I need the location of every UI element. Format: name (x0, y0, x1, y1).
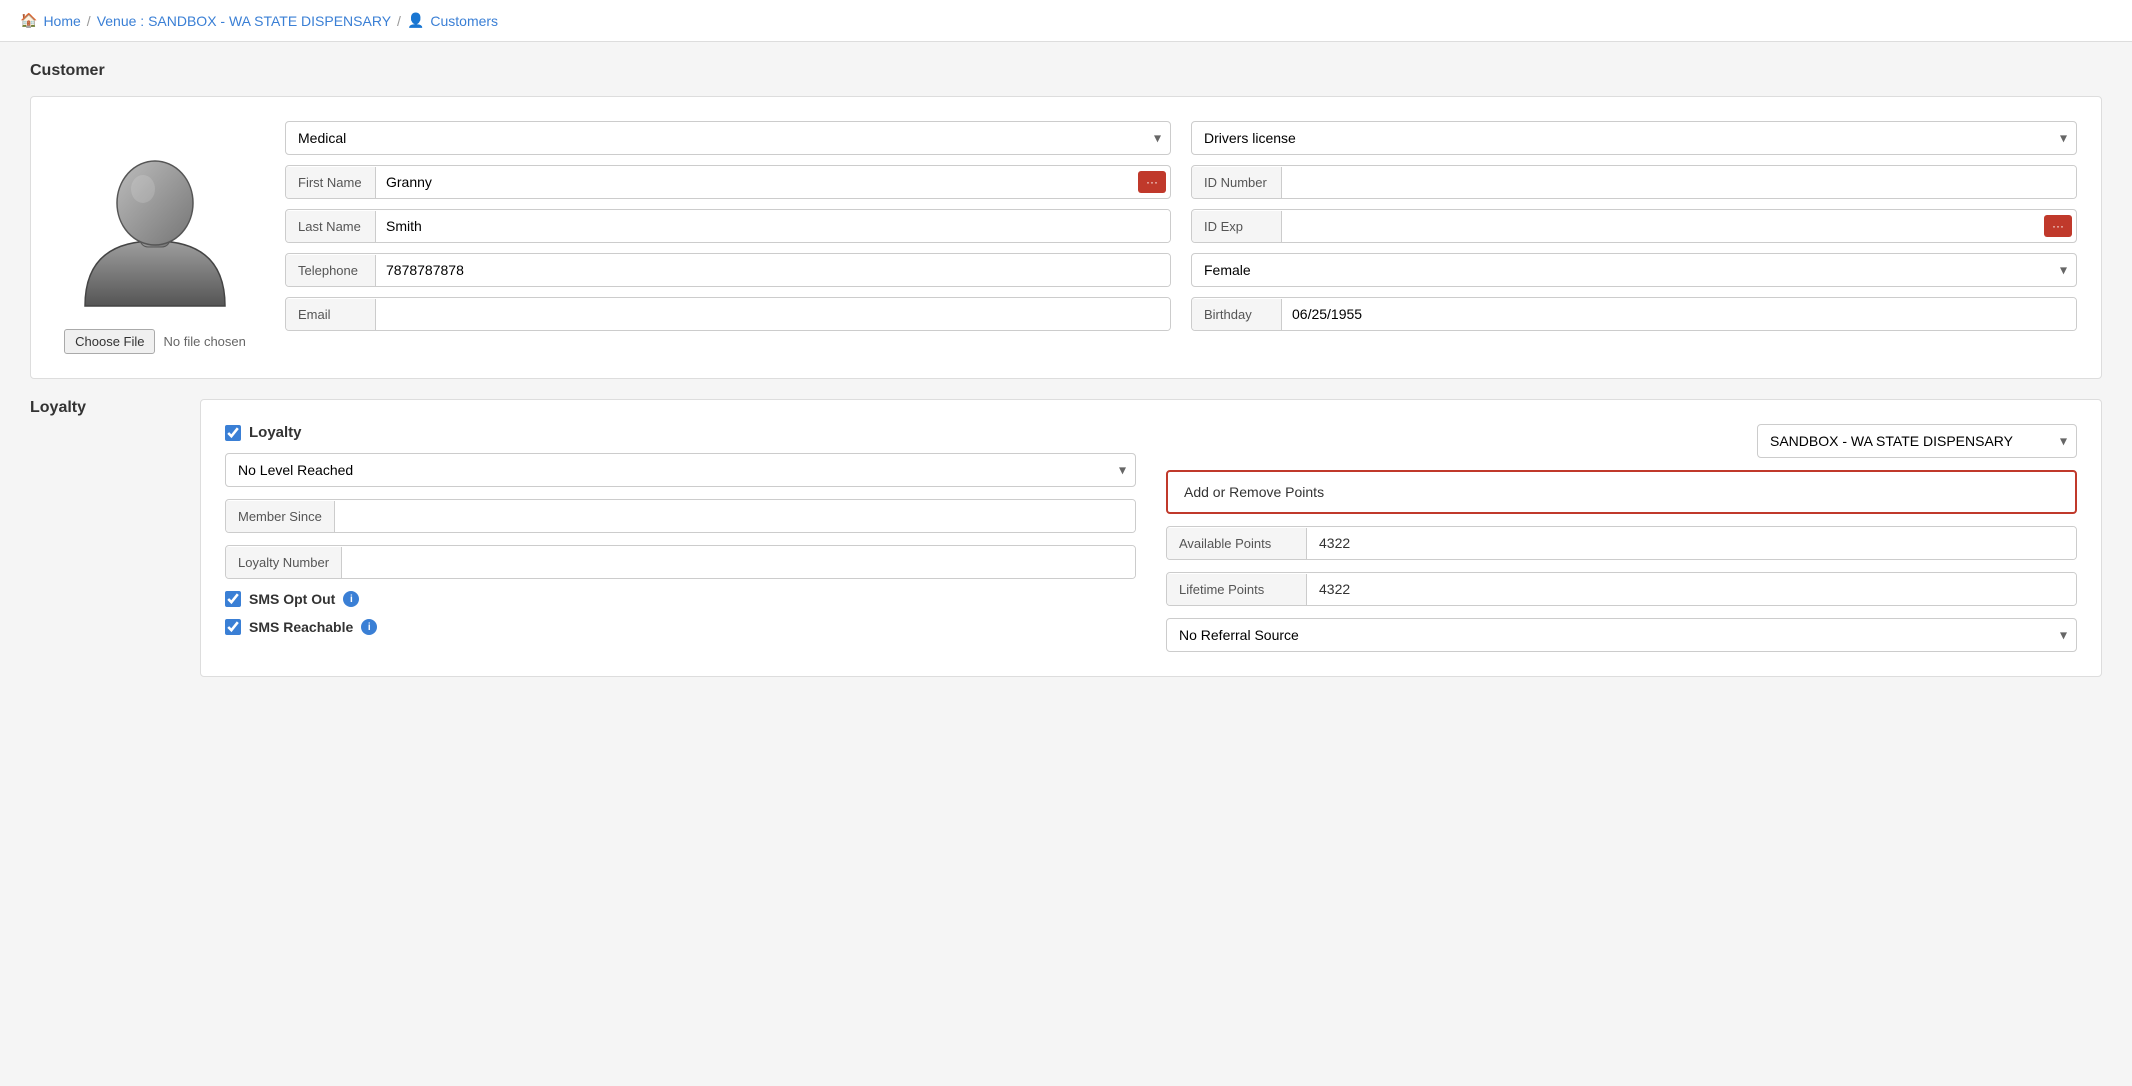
telephone-label: Telephone (286, 255, 376, 286)
sms-opt-out-label: SMS Opt Out (249, 591, 335, 607)
main-content: Customer (0, 42, 2132, 717)
breadcrumb-sep1: / (87, 13, 91, 29)
telephone-field: Telephone (285, 253, 1171, 287)
id-type-dropdown-wrapper: Drivers license State ID Passport ▾ (1191, 121, 2077, 155)
email-label: Email (286, 299, 376, 330)
referral-dropdown-wrapper: No Referral Source ▾ (1166, 618, 2077, 652)
telephone-input[interactable] (376, 254, 1170, 286)
id-type-dropdown[interactable]: Drivers license State ID Passport (1191, 121, 2077, 155)
loyalty-checkbox[interactable] (225, 425, 241, 441)
venue-select-wrapper: SANDBOX - WA STATE DISPENSARY ▾ (1757, 424, 2077, 458)
sms-reachable-checkbox[interactable] (225, 619, 241, 635)
id-exp-field: ID Exp ··· (1191, 209, 2077, 243)
type-dropdown-wrapper: Medical Recreational ▾ (285, 121, 1171, 155)
loyalty-right: SANDBOX - WA STATE DISPENSARY ▾ Add or R… (1166, 424, 2077, 652)
id-number-input[interactable] (1282, 166, 2076, 198)
add-remove-points-button[interactable]: Add or Remove Points (1166, 470, 2077, 514)
no-file-text: No file chosen (163, 334, 245, 349)
venue-select-area: SANDBOX - WA STATE DISPENSARY ▾ (1166, 424, 2077, 458)
available-points-label: Available Points (1167, 528, 1307, 559)
customer-card: Choose File No file chosen Medical Recre… (30, 96, 2102, 379)
customer-form-columns: Medical Recreational ▾ First Name ··· La… (285, 121, 2077, 331)
sms-reachable-label: SMS Reachable (249, 619, 353, 635)
home-icon: 🏠 (20, 12, 37, 29)
available-points-value: 4322 (1307, 527, 2076, 559)
birthday-input[interactable] (1282, 298, 2076, 330)
first-name-field: First Name ··· (285, 165, 1171, 199)
sms-opt-out-checkbox[interactable] (225, 591, 241, 607)
choose-file-button[interactable]: Choose File (64, 329, 155, 354)
sms-opt-out-row: SMS Opt Out i (225, 591, 1136, 607)
avatar (65, 121, 245, 321)
loyalty-checkbox-label: Loyalty (249, 424, 302, 441)
breadcrumb-sep2: / (397, 13, 401, 29)
loyalty-header: Loyalty (225, 424, 1136, 441)
breadcrumb: 🏠 Home / Venue : SANDBOX - WA STATE DISP… (0, 0, 2132, 42)
birthday-label: Birthday (1192, 299, 1282, 330)
loyalty-form-area: Loyalty No Level Reached Bronze Silver G… (225, 424, 2077, 652)
file-input-area: Choose File No file chosen (64, 329, 246, 354)
avatar-area: Choose File No file chosen (55, 121, 255, 354)
id-number-field: ID Number (1191, 165, 2077, 199)
first-name-badge[interactable]: ··· (1138, 171, 1166, 193)
member-since-input[interactable] (335, 500, 1135, 532)
sms-opt-out-info-icon[interactable]: i (343, 591, 359, 607)
type-dropdown[interactable]: Medical Recreational (285, 121, 1171, 155)
member-since-label: Member Since (226, 501, 335, 532)
breadcrumb-home[interactable]: Home (43, 13, 80, 29)
gender-dropdown[interactable]: Female Male Other (1191, 253, 2077, 287)
email-field: Email (285, 297, 1171, 331)
lifetime-points-field: Lifetime Points 4322 (1166, 572, 2077, 606)
last-name-field: Last Name (285, 209, 1171, 243)
loyalty-number-label: Loyalty Number (226, 547, 342, 578)
loyalty-section-title: Loyalty (30, 399, 170, 417)
customer-form-area: Choose File No file chosen Medical Recre… (55, 121, 2077, 354)
form-col-right: Drivers license State ID Passport ▾ ID N… (1191, 121, 2077, 331)
birthday-field: Birthday (1191, 297, 2077, 331)
level-dropdown[interactable]: No Level Reached Bronze Silver Gold (225, 453, 1136, 487)
sms-reachable-row: SMS Reachable i (225, 619, 1136, 635)
customers-icon: 👤 (407, 12, 424, 29)
email-input[interactable] (376, 298, 1170, 330)
last-name-label: Last Name (286, 211, 376, 242)
level-dropdown-wrapper: No Level Reached Bronze Silver Gold ▾ (225, 453, 1136, 487)
customer-section-title: Customer (30, 62, 2102, 80)
id-exp-label: ID Exp (1192, 211, 1282, 242)
breadcrumb-venue[interactable]: Venue : SANDBOX - WA STATE DISPENSARY (97, 13, 391, 29)
last-name-input[interactable] (376, 210, 1170, 242)
breadcrumb-customers[interactable]: Customers (430, 13, 498, 29)
available-points-field: Available Points 4322 (1166, 526, 2077, 560)
first-name-input[interactable] (376, 166, 1138, 198)
loyalty-number-field: Loyalty Number (225, 545, 1136, 579)
sms-reachable-info-icon[interactable]: i (361, 619, 377, 635)
referral-dropdown[interactable]: No Referral Source (1166, 618, 2077, 652)
loyalty-outer: Loyalty Loyalty No Level Reached Bronze (30, 399, 2102, 697)
first-name-label: First Name (286, 167, 376, 198)
venue-dropdown[interactable]: SANDBOX - WA STATE DISPENSARY (1757, 424, 2077, 458)
loyalty-left: Loyalty No Level Reached Bronze Silver G… (225, 424, 1136, 652)
id-exp-input[interactable] (1282, 210, 2044, 242)
id-exp-badge[interactable]: ··· (2044, 215, 2072, 237)
lifetime-points-label: Lifetime Points (1167, 574, 1307, 605)
loyalty-card: Loyalty No Level Reached Bronze Silver G… (200, 399, 2102, 677)
lifetime-points-value: 4322 (1307, 573, 2076, 605)
member-since-field: Member Since (225, 499, 1136, 533)
loyalty-number-input[interactable] (342, 546, 1135, 578)
id-number-label: ID Number (1192, 167, 1282, 198)
form-col-left: Medical Recreational ▾ First Name ··· La… (285, 121, 1171, 331)
gender-dropdown-wrapper: Female Male Other ▾ (1191, 253, 2077, 287)
